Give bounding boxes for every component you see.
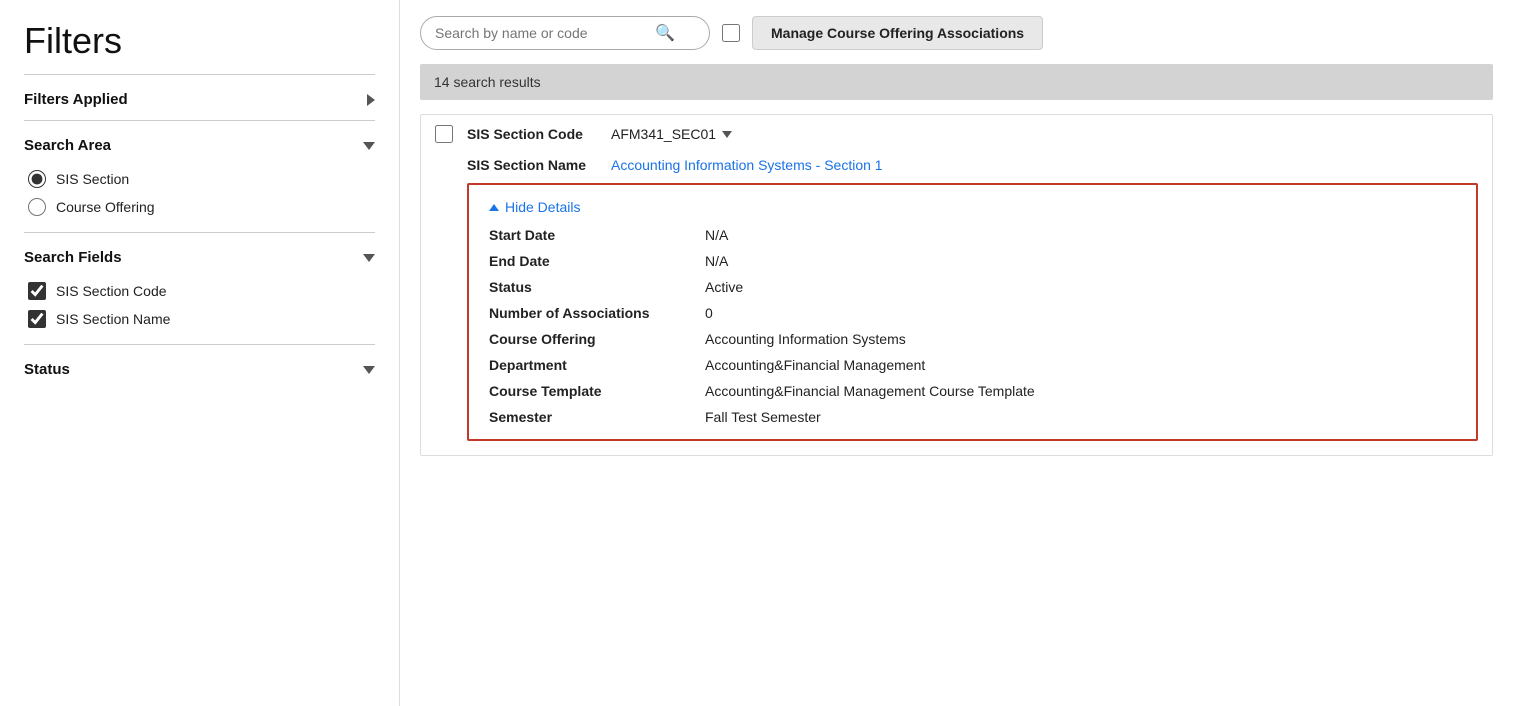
course-template-value: Accounting&Financial Management Course T… (705, 383, 1456, 399)
num-associations-label: Number of Associations (489, 305, 689, 321)
hide-details-arrow-icon (489, 204, 499, 211)
result-item: SIS Section Code AFM341_SEC01 SIS Sectio… (420, 114, 1493, 456)
end-date-value: N/A (705, 253, 1456, 269)
manage-course-offering-button[interactable]: Manage Course Offering Associations (752, 16, 1043, 50)
filters-applied-header[interactable]: Filters Applied (24, 75, 375, 120)
checkbox-sis-section-name-input[interactable] (28, 310, 46, 328)
checkbox-sis-section-code-input[interactable] (28, 282, 46, 300)
results-count: 14 search results (434, 74, 541, 90)
search-area-options: SIS Section Course Offering (24, 166, 375, 232)
top-bar: 🔍 Manage Course Offering Associations (420, 16, 1493, 50)
checkbox-sis-section-code[interactable]: SIS Section Code (28, 282, 375, 300)
sis-section-name-row: SIS Section Name Accounting Information … (421, 153, 1492, 183)
course-offering-detail-label: Course Offering (489, 331, 689, 347)
start-date-label: Start Date (489, 227, 689, 243)
sis-section-name-value: Accounting Information Systems - Section… (611, 157, 883, 173)
radio-course-offering-input[interactable] (28, 198, 46, 216)
status-label: Status (24, 361, 70, 378)
status-header[interactable]: Status (24, 345, 375, 390)
course-template-label: Course Template (489, 383, 689, 399)
radio-course-offering-label: Course Offering (56, 199, 155, 215)
results-bar: 14 search results (420, 64, 1493, 100)
sis-section-name-label: SIS Section Name (467, 157, 597, 173)
semester-label: Semester (489, 409, 689, 425)
checkbox-sis-section-code-label: SIS Section Code (56, 283, 167, 299)
sis-section-code-dropdown[interactable]: AFM341_SEC01 (611, 126, 732, 142)
sis-code-dropdown-arrow-icon (722, 131, 732, 138)
filters-applied-chevron-right-icon (367, 94, 375, 106)
main-content: 🔍 Manage Course Offering Associations 14… (400, 0, 1513, 706)
sis-section-name-text: Accounting Information Systems - Section (611, 157, 875, 173)
department-label: Department (489, 357, 689, 373)
radio-course-offering[interactable]: Course Offering (28, 198, 375, 216)
radio-sis-section-label: SIS Section (56, 171, 129, 187)
search-area-header[interactable]: Search Area (24, 121, 375, 166)
semester-value: Fall Test Semester (705, 409, 1456, 425)
sidebar: Filters Filters Applied Search Area SIS … (0, 0, 400, 706)
end-date-label: End Date (489, 253, 689, 269)
select-all-checkbox[interactable] (722, 24, 740, 42)
checkbox-sis-section-name[interactable]: SIS Section Name (28, 310, 375, 328)
details-box: Hide Details Start Date N/A End Date N/A… (467, 183, 1478, 441)
result-checkbox[interactable] (435, 125, 453, 143)
sis-section-code-label: SIS Section Code (467, 126, 597, 142)
num-associations-value: 0 (705, 305, 1456, 321)
status-detail-value: Active (705, 279, 1456, 295)
detail-grid: Start Date N/A End Date N/A Status Activ… (489, 227, 1456, 425)
course-offering-detail-value: Accounting Information Systems (705, 331, 1456, 347)
department-value: Accounting&Financial Management (705, 357, 1456, 373)
search-box[interactable]: 🔍 (420, 16, 710, 50)
search-fields-chevron-down-icon (363, 254, 375, 262)
search-fields-label: Search Fields (24, 249, 122, 266)
hide-details-button[interactable]: Hide Details (489, 199, 1456, 215)
search-fields-options: SIS Section Code SIS Section Name (24, 278, 375, 344)
status-detail-label: Status (489, 279, 689, 295)
radio-sis-section-input[interactable] (28, 170, 46, 188)
search-input[interactable] (435, 25, 655, 41)
hide-details-label: Hide Details (505, 199, 580, 215)
sidebar-title: Filters (24, 20, 375, 62)
result-header-row: SIS Section Code AFM341_SEC01 (421, 115, 1492, 153)
search-icon: 🔍 (655, 23, 675, 43)
checkbox-sis-section-name-label: SIS Section Name (56, 311, 170, 327)
search-area-label: Search Area (24, 137, 111, 154)
status-chevron-down-icon (363, 366, 375, 374)
radio-sis-section[interactable]: SIS Section (28, 170, 375, 188)
search-fields-header[interactable]: Search Fields (24, 233, 375, 278)
filters-applied-label: Filters Applied (24, 91, 128, 108)
sis-section-name-link[interactable]: 1 (875, 157, 883, 173)
start-date-value: N/A (705, 227, 1456, 243)
sis-section-code-value: AFM341_SEC01 (611, 126, 716, 142)
search-area-chevron-down-icon (363, 142, 375, 150)
